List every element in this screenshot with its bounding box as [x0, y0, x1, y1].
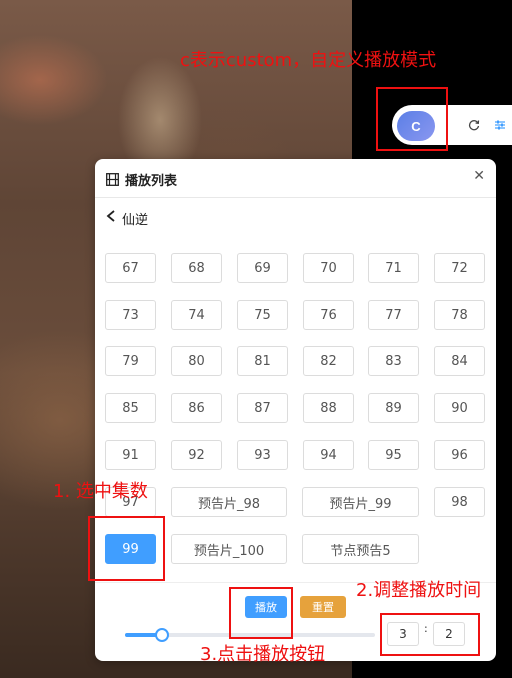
episode-button[interactable]: 76: [303, 300, 354, 330]
panel-header: 播放列表 ✕: [95, 159, 496, 198]
episode-button[interactable]: 77: [368, 300, 419, 330]
chevron-left-icon[interactable]: [106, 210, 116, 226]
episode-button[interactable]: 91: [105, 440, 156, 470]
episode-button[interactable]: 87: [237, 393, 288, 423]
annotation-adjust-time: 2.调整播放时间: [356, 580, 482, 601]
episode-button[interactable]: 86: [171, 393, 222, 423]
episode-button[interactable]: 68: [171, 253, 222, 283]
episode-button[interactable]: 预告片_100: [171, 534, 287, 564]
annotation-select-episode: 1. 选中集数: [53, 481, 148, 502]
episode-button[interactable]: 98: [434, 487, 485, 517]
series-back-row[interactable]: 仙逆: [106, 208, 148, 228]
episode-button[interactable]: 83: [368, 346, 419, 376]
annotation-box-episode: [88, 516, 165, 581]
episode-button[interactable]: 88: [303, 393, 354, 423]
episode-button[interactable]: 预告片_99: [302, 487, 419, 517]
episode-button[interactable]: 72: [434, 253, 485, 283]
refresh-icon[interactable]: [467, 118, 481, 132]
episode-button[interactable]: 79: [105, 346, 156, 376]
panel-title: 播放列表: [125, 174, 178, 189]
annotation-custom-mode: c表示custom，自定义播放模式: [180, 50, 437, 71]
time-slider-handle[interactable]: [155, 628, 169, 642]
close-icon[interactable]: ✕: [473, 168, 485, 184]
episode-button[interactable]: 71: [368, 253, 419, 283]
episode-button[interactable]: 89: [368, 393, 419, 423]
annotation-box-mode: [376, 87, 448, 151]
episode-button[interactable]: 75: [237, 300, 288, 330]
episode-button[interactable]: 节点预告5: [302, 534, 419, 564]
episode-button[interactable]: 73: [105, 300, 156, 330]
episode-button[interactable]: 95: [368, 440, 419, 470]
episode-button[interactable]: 84: [434, 346, 485, 376]
episode-button[interactable]: 78: [434, 300, 485, 330]
episode-button[interactable]: 74: [171, 300, 222, 330]
episode-button[interactable]: 93: [237, 440, 288, 470]
episode-button[interactable]: 85: [105, 393, 156, 423]
annotation-click-play: 3.点击播放按钮: [200, 644, 326, 665]
sliders-icon[interactable]: [493, 118, 507, 132]
film-icon: [106, 171, 119, 186]
episode-button[interactable]: 81: [237, 346, 288, 376]
episode-button[interactable]: 94: [303, 440, 354, 470]
episode-button[interactable]: 90: [434, 393, 485, 423]
episode-button[interactable]: 96: [434, 440, 485, 470]
episode-button[interactable]: 69: [237, 253, 288, 283]
annotation-box-play: [229, 587, 293, 639]
episode-button[interactable]: 92: [171, 440, 222, 470]
reset-button[interactable]: 重置: [300, 596, 346, 618]
series-name: 仙逆: [122, 212, 149, 228]
episode-button[interactable]: 67: [105, 253, 156, 283]
episode-button[interactable]: 预告片_98: [171, 487, 287, 517]
episode-button[interactable]: 82: [303, 346, 354, 376]
annotation-box-time: [380, 613, 480, 656]
episode-button[interactable]: 70: [303, 253, 354, 283]
episode-button[interactable]: 80: [171, 346, 222, 376]
